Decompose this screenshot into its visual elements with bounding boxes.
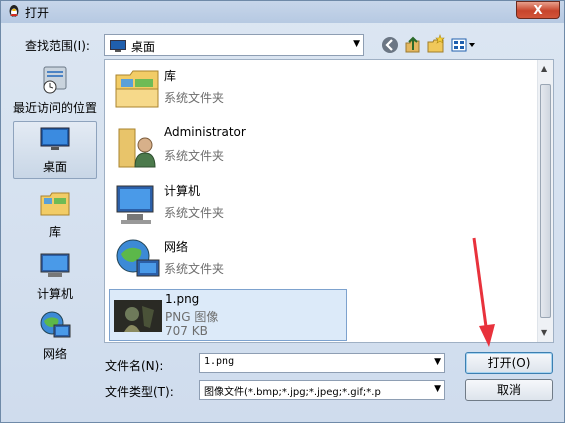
recent-places-icon: [43, 66, 67, 94]
title-bar: 打开 X: [1, 1, 564, 23]
user-folder-icon: [118, 128, 156, 168]
scroll-thumb[interactable]: [540, 84, 551, 318]
new-folder-icon[interactable]: [425, 34, 447, 56]
file-name-input[interactable]: 1.png ▼: [199, 353, 445, 373]
file-item-library[interactable]: 库 系统文件夹: [109, 63, 347, 117]
file-type: 系统文件夹: [164, 262, 225, 276]
chevron-down-icon: ▼: [353, 39, 360, 49]
places-bar: 最近访问的位置 桌面 库 计算机 网络: [9, 59, 101, 375]
computer-icon: [40, 253, 70, 277]
place-label: 计算机: [36, 287, 73, 301]
place-label: 最近访问的位置: [12, 101, 97, 115]
file-type-label: 文件类型(T):: [105, 385, 174, 399]
computer-icon: [116, 185, 154, 224]
file-item-network[interactable]: 网络 系统文件夹: [109, 234, 347, 288]
file-item-administrator[interactable]: Administrator 系统文件夹: [109, 121, 347, 175]
file-type-dropdown[interactable]: 图像文件(*.bmp;*.jpg;*.jpeg;*.gif;*.p ▼: [199, 380, 445, 400]
scroll-down-icon[interactable]: ▼: [541, 328, 547, 337]
network-icon: [116, 239, 160, 277]
vertical-scrollbar[interactable]: ▲ ▼: [537, 60, 553, 342]
file-item-1-png[interactable]: 1.png PNG 图像 707 KB: [109, 289, 347, 341]
open-file-dialog: 打开 X 查找范围(I): 桌面 ▼ 最近访问的位置 桌面 库 计算机 网络 库…: [0, 0, 565, 423]
file-name-label: 文件名(N):: [105, 359, 164, 373]
file-type: PNG 图像: [165, 310, 219, 324]
place-label: 库: [48, 225, 61, 239]
file-type: 系统文件夹: [164, 149, 225, 163]
file-type: 系统文件夹: [164, 91, 225, 105]
place-library[interactable]: 库: [9, 187, 101, 240]
chevron-down-icon[interactable]: ▼: [434, 384, 441, 394]
file-size: 707 KB: [165, 324, 208, 338]
library-folder-icon: [115, 70, 159, 108]
file-type-value: 图像文件(*.bmp;*.jpg;*.jpeg;*.gif;*.p: [204, 387, 381, 398]
look-in-label: 查找范围(I):: [25, 39, 90, 53]
look-in-value: 桌面: [131, 40, 156, 54]
chevron-down-icon[interactable]: ▼: [434, 357, 441, 367]
back-icon[interactable]: [379, 34, 401, 56]
desktop-icon: [110, 40, 126, 52]
file-list[interactable]: 库 系统文件夹 Administrator 系统文件夹 计算机 系统文件夹 网络…: [104, 59, 554, 343]
file-name-value: 1.png: [204, 356, 235, 367]
place-computer[interactable]: 计算机: [9, 249, 101, 302]
place-desktop[interactable]: 桌面: [13, 121, 97, 179]
file-name: 网络: [164, 240, 189, 254]
close-button[interactable]: X: [516, 1, 560, 19]
open-button[interactable]: 打开(O): [465, 352, 553, 374]
cancel-button[interactable]: 取消: [465, 379, 553, 401]
image-thumbnail-icon: [114, 300, 162, 332]
file-name: 1.png: [165, 292, 200, 306]
library-icon: [40, 192, 70, 216]
network-icon: [40, 311, 71, 338]
file-name: 库: [164, 69, 177, 83]
file-item-computer[interactable]: 计算机 系统文件夹: [109, 178, 347, 232]
look-in-dropdown[interactable]: 桌面 ▼: [104, 34, 364, 56]
file-type: 系统文件夹: [164, 206, 225, 220]
place-recent[interactable]: 最近访问的位置: [9, 63, 101, 116]
qq-penguin-icon: [9, 5, 19, 17]
scroll-up-icon[interactable]: ▲: [541, 64, 547, 73]
desktop-icon: [40, 127, 70, 150]
place-label: 桌面: [42, 160, 67, 174]
views-menu-icon[interactable]: [449, 34, 477, 56]
up-folder-icon[interactable]: [402, 34, 424, 56]
window-title: 打开: [25, 6, 50, 20]
place-network[interactable]: 网络: [9, 309, 101, 362]
file-name: Administrator: [164, 125, 246, 139]
file-name: 计算机: [164, 184, 201, 198]
place-label: 网络: [42, 347, 67, 361]
